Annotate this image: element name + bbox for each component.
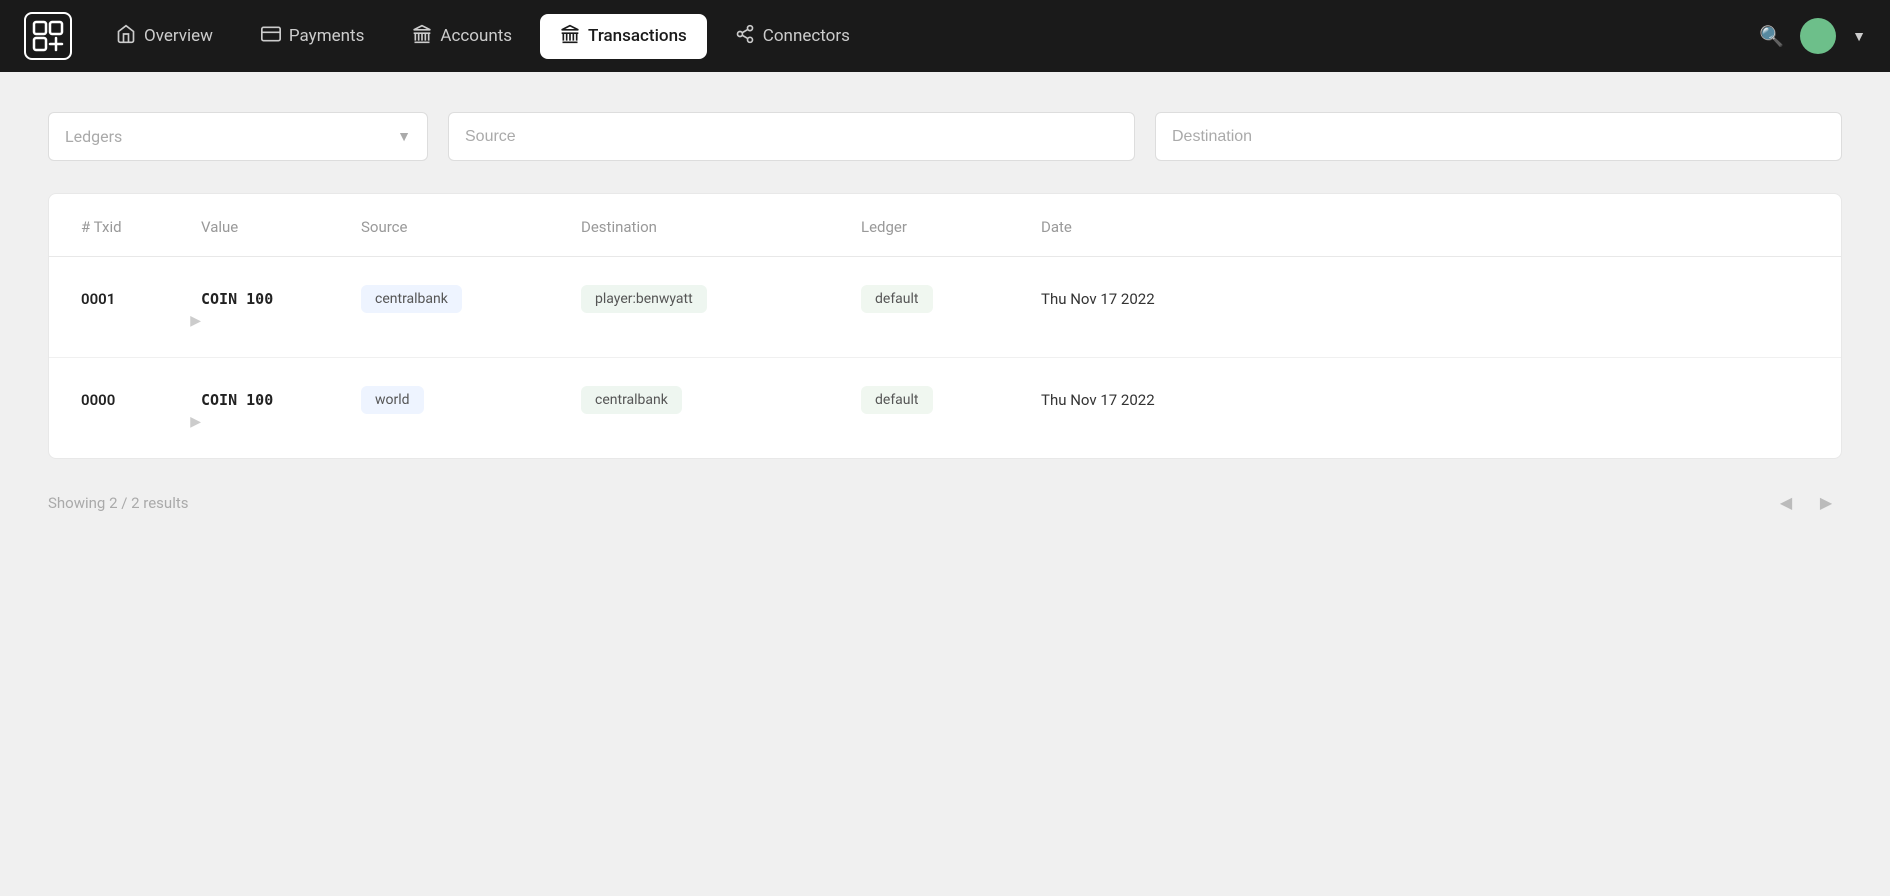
source-tag-0: centralbank [361,285,462,313]
bank-icon-transactions [560,24,580,49]
nav-item-overview[interactable]: Overview [96,14,233,59]
ledger-tag-0: default [861,285,933,313]
nav-right: 🔍 ▼ [1759,18,1866,54]
col-ledger: Ledger [861,218,1041,236]
col-value: Value [201,218,361,236]
cell-value-0: COIN 100 [201,290,361,308]
table-header: # Txid Value Source Destination Ledger D… [49,194,1841,257]
nav-item-transactions[interactable]: Transactions [540,14,707,59]
table-row[interactable]: 0000 COIN 100 world centralbank default … [49,358,1841,458]
ledgers-label: Ledgers [65,127,397,146]
nav-item-payments[interactable]: Payments [241,14,384,59]
navbar: Overview Payments Accounts Transactions [0,0,1890,72]
avatar[interactable] [1800,18,1836,54]
nav-label-transactions: Transactions [588,26,687,46]
bank-icon-accounts [412,24,432,49]
col-destination: Destination [581,218,861,236]
cell-value-1: COIN 100 [201,391,361,409]
nav-label-connectors: Connectors [763,26,850,46]
transactions-table: # Txid Value Source Destination Ledger D… [48,193,1842,459]
nav-label-overview: Overview [144,26,213,46]
app-logo[interactable] [24,12,72,60]
search-icon[interactable]: 🔍 [1759,24,1784,48]
destination-tag-1: centralbank [581,386,682,414]
home-icon [116,24,136,49]
cell-date-1: Thu Nov 17 2022 [1041,391,1809,409]
nav-label-accounts: Accounts [440,26,512,46]
source-input[interactable] [448,112,1135,161]
main-content: Ledgers ▼ # Txid Value Source Destinatio… [0,72,1890,567]
cell-destination-0: player:benwyatt [581,285,861,313]
cell-date-0: Thu Nov 17 2022 [1041,290,1809,308]
filter-bar: Ledgers ▼ [48,112,1842,161]
share-icon [735,24,755,49]
cell-source-0: centralbank [361,285,581,313]
table-row[interactable]: 0001 COIN 100 centralbank player:benwyat… [49,257,1841,358]
next-page-button[interactable]: ▶ [1810,487,1842,519]
pagination: Showing 2 / 2 results ◀ ▶ [48,459,1842,527]
nav-item-accounts[interactable]: Accounts [392,14,532,59]
ledgers-filter[interactable]: Ledgers ▼ [48,112,428,161]
cell-txid-1: 0000 [81,391,201,409]
col-source: Source [361,218,581,236]
prev-page-button[interactable]: ◀ [1770,487,1802,519]
chevron-down-icon[interactable]: ▼ [1852,28,1866,45]
cell-txid-0: 0001 [81,290,201,308]
cell-ledger-0: default [861,285,1041,313]
row-arrow-0[interactable]: ▶ [81,313,201,329]
cell-source-1: world [361,386,581,414]
col-date: Date [1041,218,1809,236]
cell-ledger-1: default [861,386,1041,414]
row-arrow-1[interactable]: ▶ [81,414,201,430]
cell-destination-1: centralbank [581,386,861,414]
nav-label-payments: Payments [289,26,364,46]
nav-item-connectors[interactable]: Connectors [715,14,870,59]
destination-tag-0: player:benwyatt [581,285,707,313]
source-tag-1: world [361,386,424,414]
pagination-info: Showing 2 / 2 results [48,494,189,512]
card-icon [261,24,281,49]
destination-input[interactable] [1155,112,1842,161]
ledger-tag-1: default [861,386,933,414]
col-txid: # Txid [81,218,201,236]
ledgers-chevron-icon: ▼ [397,128,411,145]
pagination-controls: ◀ ▶ [1770,487,1842,519]
